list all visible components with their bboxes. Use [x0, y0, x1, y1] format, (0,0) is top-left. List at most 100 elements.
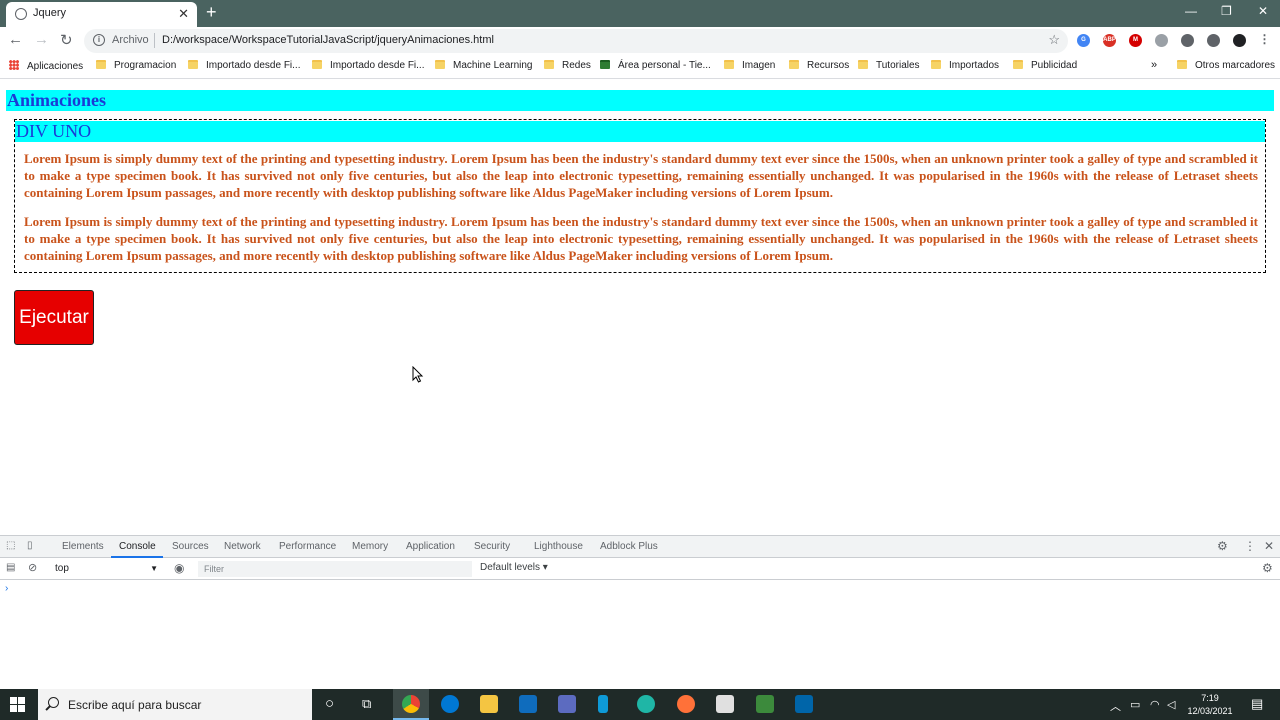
- profile-avatar[interactable]: [1233, 34, 1246, 47]
- notifications-icon[interactable]: ▤: [1251, 696, 1263, 712]
- more-options-icon[interactable]: ⋮: [1244, 539, 1256, 553]
- tab-memory[interactable]: Memory: [352, 541, 388, 552]
- ejecutar-button[interactable]: Ejecutar: [14, 290, 94, 345]
- puzzle-icon[interactable]: [1181, 34, 1194, 47]
- bookmark-star-icon[interactable]: ☆: [1048, 32, 1060, 48]
- tab-sources[interactable]: Sources: [172, 541, 209, 552]
- mouse-cursor-icon: [412, 366, 424, 383]
- eye-icon[interactable]: ◉: [174, 561, 184, 575]
- context-value: top: [55, 563, 69, 574]
- tray-expand-icon[interactable]: ︿: [1110, 698, 1121, 714]
- url-text[interactable]: D:/workspace/WorkspaceTutorialJavaScript…: [162, 34, 494, 46]
- sidebar-toggle-icon[interactable]: ▤: [6, 562, 15, 573]
- info-icon[interactable]: i: [93, 34, 105, 46]
- adblock-extension-icon[interactable]: ABP: [1103, 34, 1116, 47]
- volume-icon[interactable]: ◁: [1167, 698, 1175, 711]
- bookmark-folder[interactable]: Publicidad: [1013, 60, 1077, 71]
- minimize-icon[interactable]: —: [1185, 4, 1197, 18]
- bookmark-folder[interactable]: Redes: [544, 60, 591, 71]
- clear-console-icon[interactable]: ⊘: [28, 561, 37, 574]
- inspect-element-icon[interactable]: ⬚: [6, 540, 15, 551]
- address-separator: [154, 33, 155, 48]
- bookmark-apps[interactable]: Aplicaciones: [9, 60, 83, 72]
- clock-date: 12/03/2021: [1187, 706, 1233, 716]
- bookmark-folder[interactable]: Imagen: [724, 60, 775, 71]
- console-filter-input[interactable]: Filter: [198, 561, 472, 577]
- bookmark-folder[interactable]: Machine Learning: [435, 60, 533, 71]
- tab-lighthouse[interactable]: Lighthouse: [534, 541, 583, 552]
- console-prompt[interactable]: ›: [5, 583, 8, 594]
- vscode-icon[interactable]: [795, 695, 813, 713]
- settings-gear-icon[interactable]: ⚙: [1217, 539, 1228, 553]
- leaf-icon: [600, 60, 610, 69]
- task-view-icon[interactable]: ⧉: [362, 696, 371, 712]
- mail-icon[interactable]: [519, 695, 537, 713]
- browser-tab[interactable]: Jquery ✕: [6, 2, 197, 27]
- clock-time: 7:19: [1201, 693, 1219, 703]
- bookmark-folder[interactable]: Importados: [931, 60, 999, 71]
- new-tab-button[interactable]: +: [206, 3, 217, 21]
- globe-icon: [15, 8, 27, 20]
- more-bookmarks-button[interactable]: »: [1151, 59, 1157, 71]
- device-toolbar-icon[interactable]: ▯: [27, 540, 33, 551]
- bookmark-link[interactable]: Área personal - Tie...: [600, 60, 711, 71]
- console-settings-icon[interactable]: ⚙: [1262, 561, 1273, 575]
- tab-application[interactable]: Application: [406, 541, 455, 552]
- bookmark-folder[interactable]: Tutoriales: [858, 60, 920, 71]
- translate-extension-icon[interactable]: G: [1077, 34, 1090, 47]
- search-placeholder: Escribe aquí para buscar: [68, 698, 202, 712]
- network-icon[interactable]: ▭: [1130, 698, 1140, 711]
- app-icon[interactable]: [598, 695, 608, 713]
- search-icon: [48, 697, 59, 708]
- tab-performance[interactable]: Performance: [279, 541, 336, 552]
- app-icon[interactable]: [716, 695, 734, 713]
- bookmark-folder[interactable]: Importado desde Fi...: [188, 60, 301, 71]
- reload-icon[interactable]: ↻: [60, 31, 73, 49]
- file-explorer-icon[interactable]: [480, 695, 498, 713]
- edge-icon[interactable]: [637, 695, 655, 713]
- tab-security[interactable]: Security: [474, 541, 510, 552]
- tab-adblock-plus[interactable]: Adblock Plus: [600, 541, 658, 552]
- bookmarks-bar: Aplicaciones Programacion Importado desd…: [0, 55, 1280, 79]
- address-bar[interactable]: i Archivo D:/workspace/WorkspaceTutorial…: [84, 29, 1068, 53]
- context-selector[interactable]: top ▼: [50, 561, 162, 577]
- dropdown-caret-icon: ▼: [150, 564, 158, 573]
- cortana-icon[interactable]: ○: [325, 695, 334, 712]
- devtools-tab-bar: ⬚ ▯ Elements Console Sources Network Per…: [0, 536, 1280, 558]
- firefox-icon[interactable]: [677, 695, 695, 713]
- div-uno-title: DIV UNO: [15, 121, 1265, 142]
- app-icon[interactable]: [441, 695, 459, 713]
- windows-start-icon[interactable]: [10, 697, 25, 712]
- chrome-icon[interactable]: [402, 695, 420, 713]
- tab-network[interactable]: Network: [224, 541, 261, 552]
- taskbar-clock[interactable]: 7:19 12/03/2021: [1185, 692, 1235, 718]
- folder-icon: [96, 60, 106, 69]
- menu-icon[interactable]: ⋮: [1258, 33, 1271, 47]
- bookmark-folder[interactable]: Programacion: [96, 60, 176, 71]
- bookmark-folder[interactable]: Importado desde Fi...: [312, 60, 425, 71]
- close-tab-icon[interactable]: ✕: [178, 6, 189, 22]
- folder-icon: [544, 60, 554, 69]
- maximize-icon[interactable]: ❐: [1221, 4, 1232, 18]
- lorem-paragraph: Lorem Ipsum is simply dummy text of the …: [24, 214, 1258, 263]
- wifi-icon[interactable]: ◠: [1150, 698, 1160, 711]
- forward-icon[interactable]: →: [34, 31, 49, 48]
- tab-elements[interactable]: Elements: [62, 541, 104, 552]
- bookmark-folder[interactable]: Recursos: [789, 60, 849, 71]
- store-icon[interactable]: [558, 695, 576, 713]
- extension-icon[interactable]: [1155, 34, 1168, 47]
- close-window-icon[interactable]: ✕: [1258, 4, 1268, 18]
- folder-icon: [1013, 60, 1023, 69]
- page-viewport: Animaciones DIV UNO Lorem Ipsum is simpl…: [0, 80, 1280, 535]
- back-icon[interactable]: ←: [8, 31, 23, 48]
- log-levels-dropdown[interactable]: Default levels ▾: [480, 562, 548, 573]
- folder-icon: [312, 60, 322, 69]
- mega-extension-icon[interactable]: M: [1129, 34, 1142, 47]
- taskbar-search-box[interactable]: Escribe aquí para buscar: [38, 689, 312, 720]
- tab-console[interactable]: Console: [119, 541, 156, 552]
- app-icon[interactable]: [756, 695, 774, 713]
- other-bookmarks[interactable]: Otros marcadores: [1177, 60, 1275, 71]
- close-devtools-icon[interactable]: ✕: [1264, 539, 1274, 553]
- reading-list-icon[interactable]: [1207, 34, 1220, 47]
- scheme-label: Archivo: [112, 34, 149, 46]
